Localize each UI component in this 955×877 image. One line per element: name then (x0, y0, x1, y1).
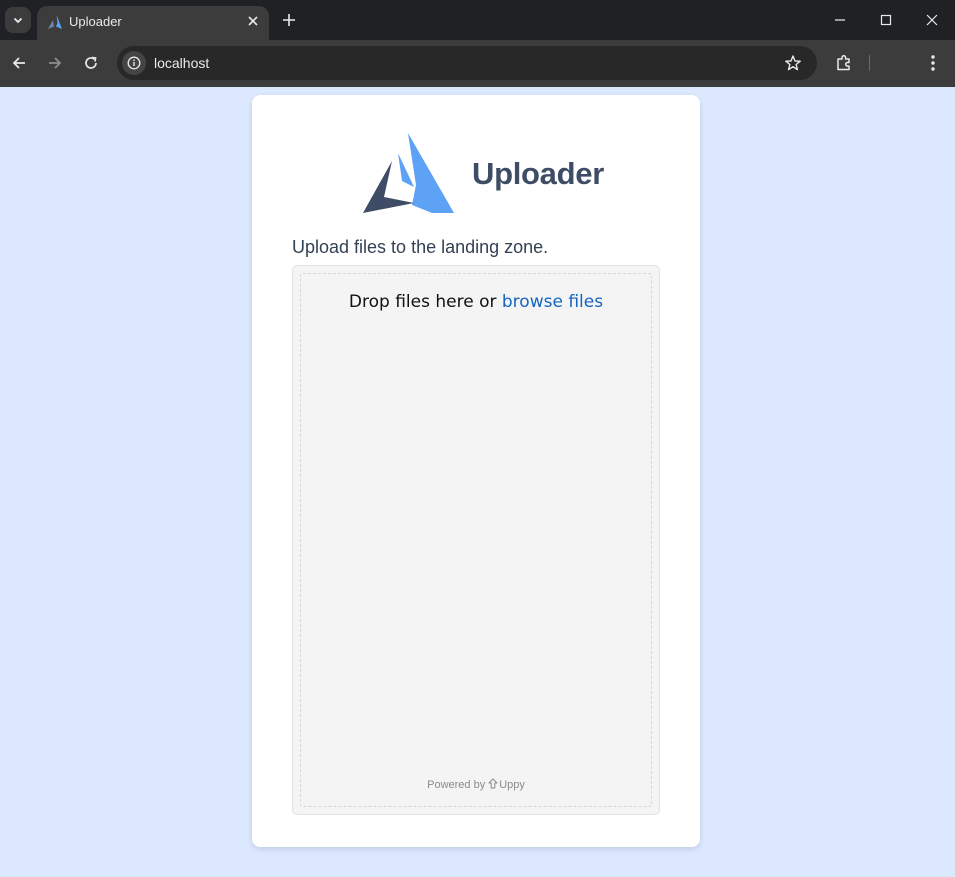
plus-icon[interactable] (280, 11, 298, 29)
tab-search-button[interactable] (5, 7, 31, 33)
extensions-icon[interactable] (834, 53, 854, 73)
reload-icon[interactable] (82, 54, 100, 72)
browse-files-link[interactable]: browse files (502, 292, 603, 312)
powered-by-text: Powered by (427, 779, 486, 791)
drop-text: Drop files here or (348, 292, 502, 312)
tab-title: Uploader (69, 14, 122, 29)
maximize-icon[interactable] (878, 12, 894, 28)
app-title: Uploader (472, 156, 604, 191)
toolbar-divider (869, 55, 870, 71)
chevron-down-icon (13, 17, 23, 24)
dropzone-dashed-area[interactable]: Drop files here or browse files Powered … (300, 273, 652, 807)
star-icon[interactable] (784, 54, 802, 72)
drop-instructions: Drop files here or browse files (301, 292, 651, 312)
powered-by-uppy: Powered by Uppy (301, 778, 651, 791)
minimize-icon[interactable] (832, 12, 848, 28)
uploader-favicon-icon (48, 15, 62, 29)
browser-toolbar: localhost (0, 40, 955, 87)
uploader-logo-icon (363, 133, 454, 213)
file-dropzone[interactable]: Drop files here or browse files Powered … (292, 265, 660, 815)
browser-tab-bar: Uploader (0, 0, 955, 40)
back-arrow-icon[interactable] (10, 54, 28, 72)
close-icon[interactable] (245, 13, 261, 29)
address-bar[interactable]: localhost (117, 46, 817, 80)
info-icon (127, 56, 141, 70)
page-subtitle: Upload files to the landing zone. (292, 237, 549, 257)
more-vert-icon[interactable] (924, 53, 942, 73)
uploader-card: Uploader Upload files to the landing zon… (252, 95, 700, 847)
site-info-button[interactable] (122, 51, 146, 75)
url-text[interactable]: localhost (154, 55, 209, 71)
uppy-icon (488, 778, 498, 789)
window-close-icon[interactable] (924, 12, 940, 28)
powered-by-brand[interactable]: Uppy (499, 779, 525, 791)
forward-arrow-icon[interactable] (46, 54, 64, 72)
browser-tab[interactable]: Uploader (37, 6, 269, 40)
